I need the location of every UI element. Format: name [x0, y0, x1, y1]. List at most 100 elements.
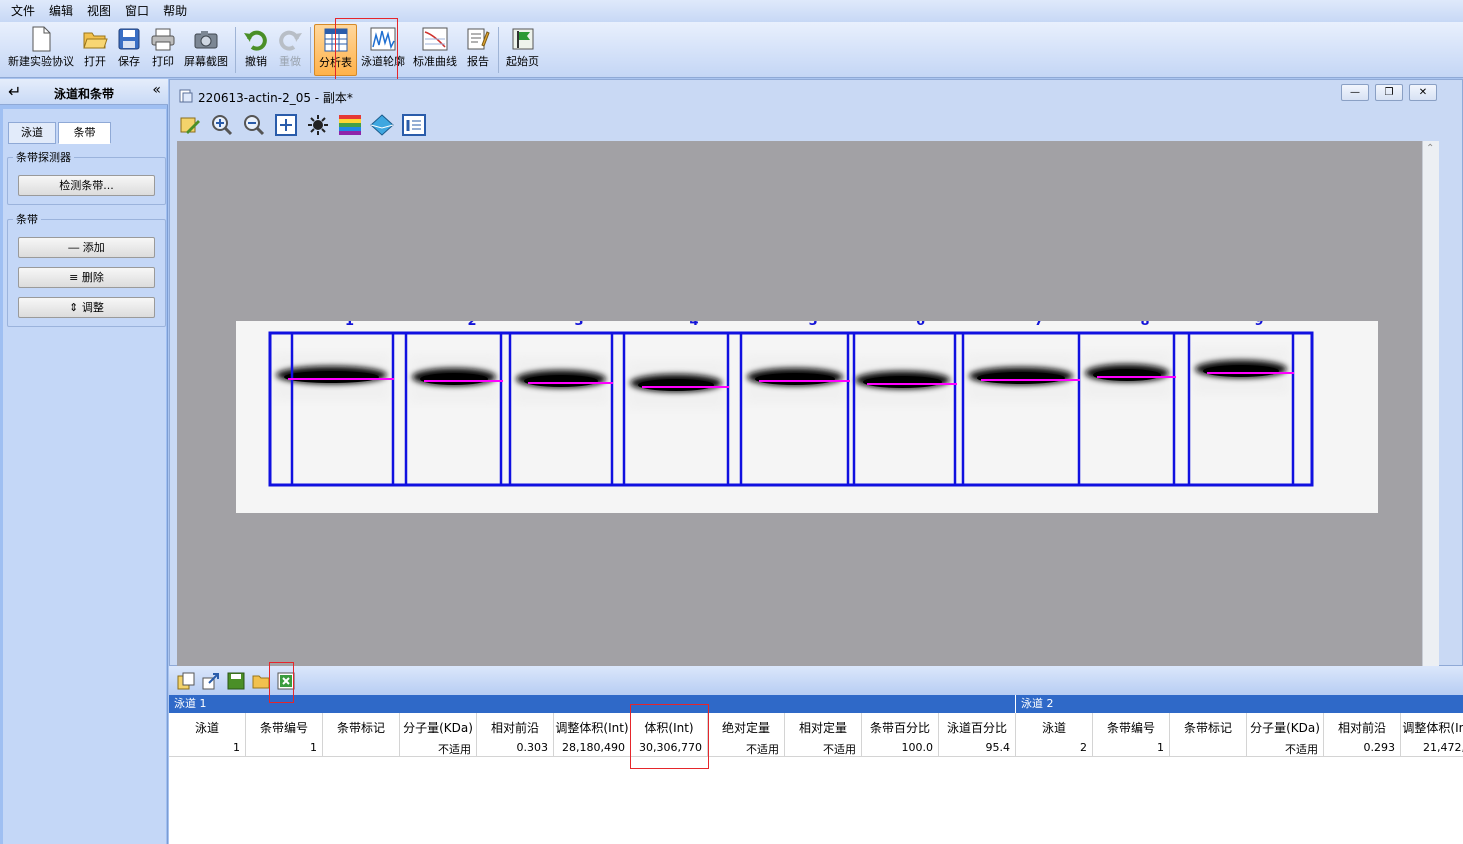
minimize-button[interactable]: —	[1341, 84, 1369, 101]
add-band-button[interactable]: ―​ 添加	[18, 237, 155, 258]
detect-bands-button[interactable]: 检测条带...	[18, 175, 155, 196]
menu-item-0[interactable]: 文件	[4, 0, 42, 22]
lane-1-cell[interactable]: 相对定量 不适用	[785, 713, 862, 757]
lane-1-cell[interactable]: 调整体积(Int) 28,180,490	[554, 713, 631, 757]
column-header[interactable]: 条带标记	[323, 719, 399, 736]
scroll-up-icon[interactable]: ⌃	[1426, 143, 1434, 154]
toolbar-button-open-folder[interactable]: 打开	[78, 24, 112, 76]
lane-number: 7	[1034, 321, 1043, 329]
vertical-scrollbar[interactable]: ⌃	[1422, 141, 1439, 667]
column-header[interactable]: 泳道	[1016, 719, 1092, 736]
column-header[interactable]: 条带编号	[1093, 719, 1169, 736]
toolbar-button-start-page-flag[interactable]: 起始页	[502, 24, 543, 76]
lane-2-cell[interactable]: 分子量(KDa) 不适用	[1247, 713, 1324, 757]
toolbar-button-standard-curve[interactable]: 标准曲线	[409, 24, 461, 76]
toolbar-button-undo[interactable]: 撤销	[239, 24, 273, 76]
menu-item-4[interactable]: 帮助	[156, 0, 194, 22]
column-header[interactable]: 条带百分比	[862, 719, 938, 736]
zoom-in-icon[interactable]	[206, 112, 238, 138]
adjust-band-button[interactable]: ⇕ 调整	[18, 297, 155, 318]
standard-curve-icon	[422, 26, 448, 52]
bands-group-title: 条带	[13, 211, 41, 227]
toolbar-button-lane-profile[interactable]: 泳道轮廓	[357, 24, 409, 76]
tab-lanes[interactable]: 泳道	[8, 122, 56, 144]
lane-2-cell[interactable]: 条带标记	[1170, 713, 1247, 757]
zoom-out-icon[interactable]	[238, 112, 270, 138]
restore-button[interactable]: ❐	[1375, 84, 1403, 101]
column-header[interactable]: 条带编号	[246, 719, 322, 736]
toolbar-button-printer[interactable]: 打印	[146, 24, 180, 76]
add-band-label: 添加	[82, 241, 105, 254]
color-map-icon[interactable]	[334, 112, 366, 138]
column-header[interactable]: 泳道	[169, 719, 245, 736]
document-title-bar: 220613-actin-2_05 - 副本* — ❐ ✕	[170, 80, 1462, 110]
toolbar-button-table[interactable]: 分析表	[314, 24, 357, 76]
brightness-icon[interactable]	[302, 112, 334, 138]
band-detector-group: 条带探测器 检测条带...	[7, 149, 166, 205]
column-header[interactable]: 条带标记	[1170, 719, 1246, 736]
analysis-table-toolbar	[169, 666, 1463, 695]
menu-item-3[interactable]: 窗口	[118, 0, 156, 22]
lane-1-cell[interactable]: 条带百分比 100.0	[862, 713, 939, 757]
export-excel-icon[interactable]	[273, 671, 298, 691]
menu-bar: 文件 编辑 视图 窗口 帮助	[0, 0, 1463, 22]
gel-image-canvas[interactable]: 1 2 3 4 5 6 7 8 9	[177, 141, 1422, 667]
lane-1-cell[interactable]: 条带标记	[323, 713, 400, 757]
open-table-icon[interactable]	[248, 671, 273, 691]
export-icon[interactable]	[198, 671, 223, 691]
lane-1-cell[interactable]: 泳道百分比 95.4	[939, 713, 1016, 757]
fit-to-window-icon[interactable]	[270, 112, 302, 138]
delete-band-button[interactable]: ≡ 删除	[18, 267, 155, 288]
toolbar-button-redo[interactable]: 重做	[273, 24, 307, 76]
lane-2-cell[interactable]: 相对前沿 0.293	[1324, 713, 1401, 757]
lanes-bands-panel: ↵ 泳道和条带 « 泳道 条带 条带探测器 检测条带... 条带 ―​ 添加 ≡…	[0, 79, 168, 844]
close-button[interactable]: ✕	[1409, 84, 1437, 101]
lane-1-cell[interactable]: 相对前沿 0.303	[477, 713, 554, 757]
column-header[interactable]: 分子量(KDa)	[1247, 719, 1323, 736]
tab-bands[interactable]: 条带	[58, 122, 111, 144]
save-table-icon[interactable]	[223, 671, 248, 691]
lane-number: 1	[345, 321, 354, 329]
save-disk-icon	[116, 26, 142, 52]
toolbar-separator	[498, 27, 499, 73]
toolbar-button-label: 重做	[279, 55, 301, 68]
lane-1-cell[interactable]: 体积(Int) 30,306,770	[631, 713, 708, 757]
cell-value: 不适用	[438, 743, 471, 756]
lane-1-cell[interactable]: 绝对定量 不适用	[708, 713, 785, 757]
toolbar-button-new-document[interactable]: 新建实验协议	[4, 24, 78, 76]
column-header[interactable]: 体积(Int)	[631, 719, 707, 736]
3d-view-icon[interactable]	[366, 112, 398, 138]
column-header[interactable]: 调整体积(Int)	[1401, 719, 1463, 736]
column-header[interactable]: 分子量(KDa)	[400, 719, 476, 736]
toolbar-button-label: 报告	[467, 55, 489, 68]
edit-image-icon[interactable]	[174, 112, 206, 138]
toolbar-button-report[interactable]: 报告	[461, 24, 495, 76]
gel-image[interactable]: 1 2 3 4 5 6 7 8 9	[236, 321, 1378, 513]
protein-band-core	[1203, 365, 1279, 377]
menu-item-2[interactable]: 视图	[80, 0, 118, 22]
protein-band-core	[420, 373, 488, 385]
lane-1-cell[interactable]: 泳道 1	[169, 713, 246, 757]
lane-2-cell[interactable]: 调整体积(Int) 21,472,8	[1401, 713, 1463, 757]
column-header[interactable]: 相对前沿	[477, 719, 553, 736]
lane-1-cell[interactable]: 分子量(KDa) 不适用	[400, 713, 477, 757]
lane-2-cell[interactable]: 泳道 2	[1016, 713, 1093, 757]
image-toolbar	[174, 110, 1462, 140]
collapse-panel-icon[interactable]: «	[152, 82, 161, 98]
image-info-icon[interactable]	[398, 112, 430, 138]
cell-value: 1	[233, 741, 240, 754]
column-header[interactable]: 泳道百分比	[939, 719, 1015, 736]
column-header[interactable]: 相对定量	[785, 719, 861, 736]
toolbar-button-camera[interactable]: 屏幕截图	[180, 24, 232, 76]
menu-item-1[interactable]: 编辑	[42, 0, 80, 22]
copy-icon[interactable]	[173, 671, 198, 691]
column-header[interactable]: 相对前沿	[1324, 719, 1400, 736]
toolbar-separator	[235, 27, 236, 73]
column-header[interactable]: 调整体积(Int)	[554, 719, 630, 736]
toolbar-button-label: 屏幕截图	[184, 55, 228, 68]
lane-2-cell[interactable]: 条带编号 1	[1093, 713, 1170, 757]
toolbar-button-save-disk[interactable]: 保存	[112, 24, 146, 76]
delete-band-label: 删除	[81, 271, 104, 284]
lane-1-cell[interactable]: 条带编号 1	[246, 713, 323, 757]
column-header[interactable]: 绝对定量	[708, 719, 784, 736]
